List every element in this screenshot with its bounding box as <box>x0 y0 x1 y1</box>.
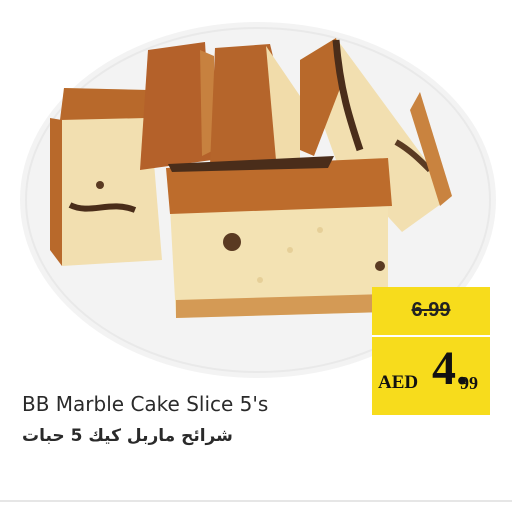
cake-slice-front <box>166 156 392 318</box>
cake-slice-back-1 <box>140 42 214 170</box>
price-decimal: 99 <box>460 373 478 393</box>
product-card[interactable]: 6.99 AED 4. 99 BB Marble Cake Slice 5's … <box>0 0 512 506</box>
old-price: 6.99 <box>411 299 451 321</box>
product-name-en[interactable]: BB Marble Cake Slice 5's <box>22 392 268 416</box>
product-name-ar: شرائح ماربل كيك 5 حبات <box>22 426 233 446</box>
currency-label: AED <box>378 372 419 393</box>
price-tag: 6.99 AED 4. 99 <box>372 287 490 415</box>
price-divider <box>372 335 490 337</box>
card-divider <box>0 500 512 502</box>
